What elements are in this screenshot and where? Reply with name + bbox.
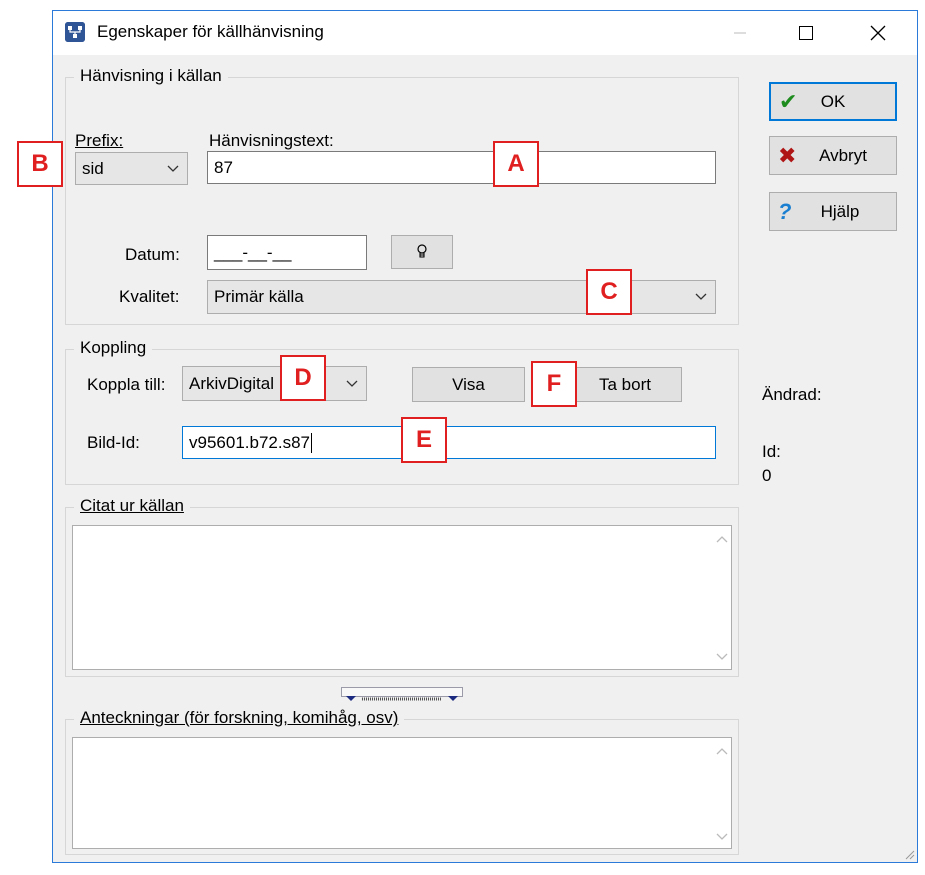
id-label: Id:	[762, 442, 781, 461]
kvalitet-value: Primär källa	[214, 287, 304, 306]
ok-button[interactable]: ✔ OK	[769, 82, 897, 121]
avbryt-button[interactable]: ✖ Avbryt	[769, 136, 897, 175]
prefix-combo[interactable]: sid	[75, 152, 188, 185]
callout-f: F	[531, 361, 577, 407]
hjalp-button[interactable]: ? Hjälp	[769, 192, 897, 231]
minimize-button[interactable]	[717, 11, 763, 55]
avbryt-label: Avbryt	[819, 145, 867, 165]
bildid-input[interactable]: v95601.b72.s87	[182, 426, 716, 459]
close-icon	[870, 25, 886, 41]
group-title-anteckningar: Anteckningar (för forskning, komihåg, os…	[74, 708, 405, 728]
lightbulb-icon	[417, 244, 427, 258]
chevron-down-icon	[167, 165, 179, 172]
hanvisningstext-input[interactable]: 87	[207, 151, 716, 184]
citat-textarea[interactable]	[72, 525, 732, 670]
help-question-icon: ?	[778, 198, 792, 224]
ok-label: OK	[820, 91, 846, 111]
splitter-handle[interactable]	[341, 687, 463, 701]
checkmark-icon: ✔	[779, 88, 798, 114]
prefix-label: Prefix:	[75, 131, 124, 150]
kvalitet-label: Kvalitet:	[119, 287, 180, 306]
family-tree-icon	[65, 22, 85, 42]
hanvisningstext-value: 87	[214, 157, 233, 177]
group-title-hanvisning: Hänvisning i källan	[74, 66, 228, 86]
scroll-arrows-icon	[716, 748, 728, 840]
group-title-koppling: Koppling	[74, 338, 153, 358]
citat-scrollbar[interactable]	[713, 526, 731, 669]
callout-c: C	[586, 269, 632, 315]
prefix-value: sid	[82, 158, 104, 178]
bildid-label: Bild-Id:	[87, 433, 140, 452]
title-bar: Egenskaper för källhänvisning	[53, 11, 917, 55]
datum-label: Datum:	[125, 245, 180, 264]
callout-d: D	[280, 355, 326, 401]
chevron-down-icon	[346, 380, 358, 387]
cancel-x-icon: ✖	[778, 142, 797, 168]
koppla-combo[interactable]: ArkivDigital	[182, 366, 367, 401]
andrad-label: Ändrad:	[762, 385, 822, 404]
koppla-label: Koppla till:	[87, 375, 166, 394]
maximize-icon	[799, 26, 813, 40]
dialog-window: Egenskaper för källhänvisning Hänvisning…	[52, 10, 918, 863]
splitter-icon	[346, 696, 458, 701]
date-picker-button[interactable]	[391, 235, 453, 269]
datum-value: ___-__-__	[214, 242, 292, 262]
resize-grip-icon[interactable]	[903, 848, 915, 860]
koppla-value: ArkivDigital	[189, 373, 275, 393]
callout-b: B	[17, 141, 63, 187]
callout-e: E	[401, 417, 447, 463]
window-title: Egenskaper för källhänvisning	[97, 22, 324, 41]
hanvisningstext-label: Hänvisningstext:	[209, 131, 334, 150]
anteckningar-scrollbar[interactable]	[713, 738, 731, 848]
id-value: 0	[762, 466, 772, 485]
scroll-arrows-icon	[716, 536, 728, 660]
maximize-button[interactable]	[783, 11, 829, 55]
ta-bort-button[interactable]: Ta bort	[568, 367, 682, 402]
chevron-down-icon	[695, 293, 707, 300]
text-caret	[311, 432, 312, 453]
visa-label: Visa	[452, 374, 485, 394]
visa-button[interactable]: Visa	[412, 367, 525, 402]
anteckningar-textarea[interactable]	[72, 737, 732, 849]
callout-a: A	[493, 141, 539, 187]
group-title-citat: Citat ur källan	[74, 496, 190, 516]
minimize-icon	[734, 32, 746, 34]
hjalp-label: Hjälp	[820, 201, 860, 221]
close-button[interactable]	[855, 11, 901, 55]
ta-bort-label: Ta bort	[599, 374, 651, 394]
kvalitet-combo[interactable]: Primär källa	[207, 280, 716, 314]
bildid-value: v95601.b72.s87	[189, 432, 310, 452]
datum-input[interactable]: ___-__-__	[207, 235, 367, 270]
